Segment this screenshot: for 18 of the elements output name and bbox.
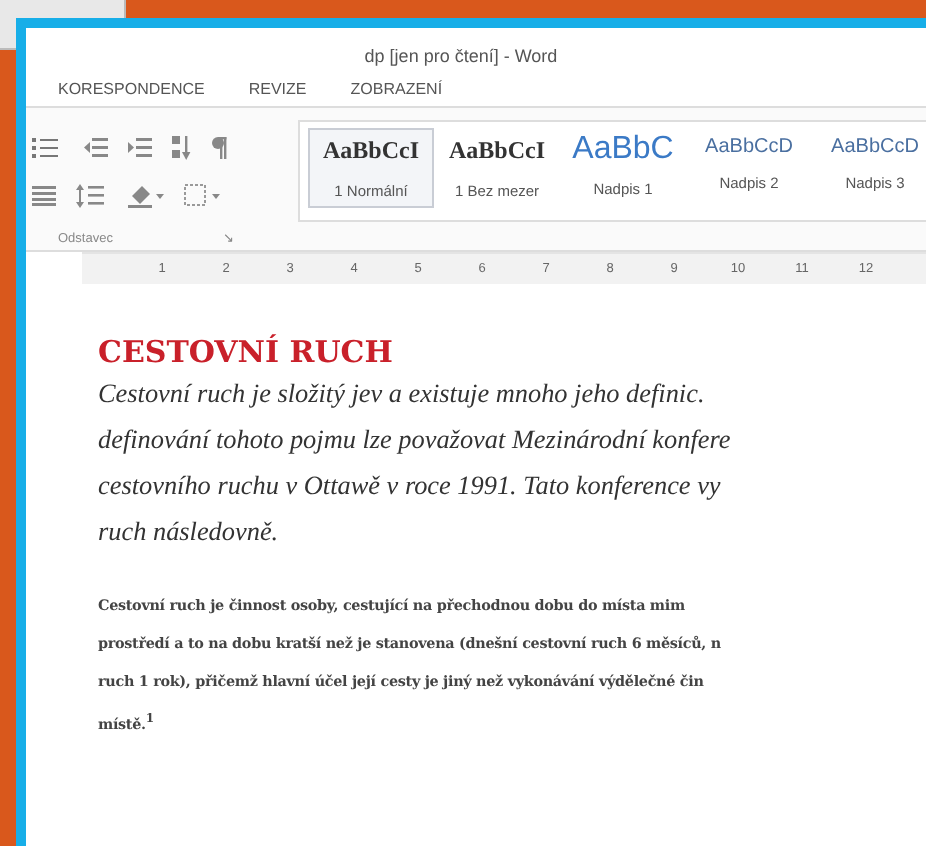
text-line: Cestovní ruch je složitý jev a existuje mnoho jeho definic. [98,376,707,412]
align-icon[interactable] [32,185,56,205]
ribbon-tab[interactable]: KORESPONDENCE [58,80,205,98]
line-spacing-icon[interactable] [76,183,108,207]
indent-increase-icon[interactable] [128,137,152,157]
text-line: definování tohoto pojmu lze považovat Mezinárodní konfere [98,422,733,458]
pilcrow-icon[interactable] [212,135,228,159]
text-line: cestovního ruchu v Ottawě v roce 1991. Tato konference vy [98,468,723,504]
shading-icon[interactable] [128,183,164,207]
ribbon-tab[interactable]: REVIZE [248,80,307,98]
indent-decrease-icon[interactable] [84,137,108,157]
ribbon-tab[interactable]: ZOBRAZENÍ [350,80,443,98]
sort-icon[interactable] [172,135,192,159]
text-line: ruch následovně. [98,514,281,550]
document-heading: CESTOVNÍ RUCH [98,336,395,370]
window-title: dp [jen pro čtení] - Word [362,44,560,66]
borders-icon[interactable] [184,183,220,207]
list-icon[interactable] [32,135,64,159]
